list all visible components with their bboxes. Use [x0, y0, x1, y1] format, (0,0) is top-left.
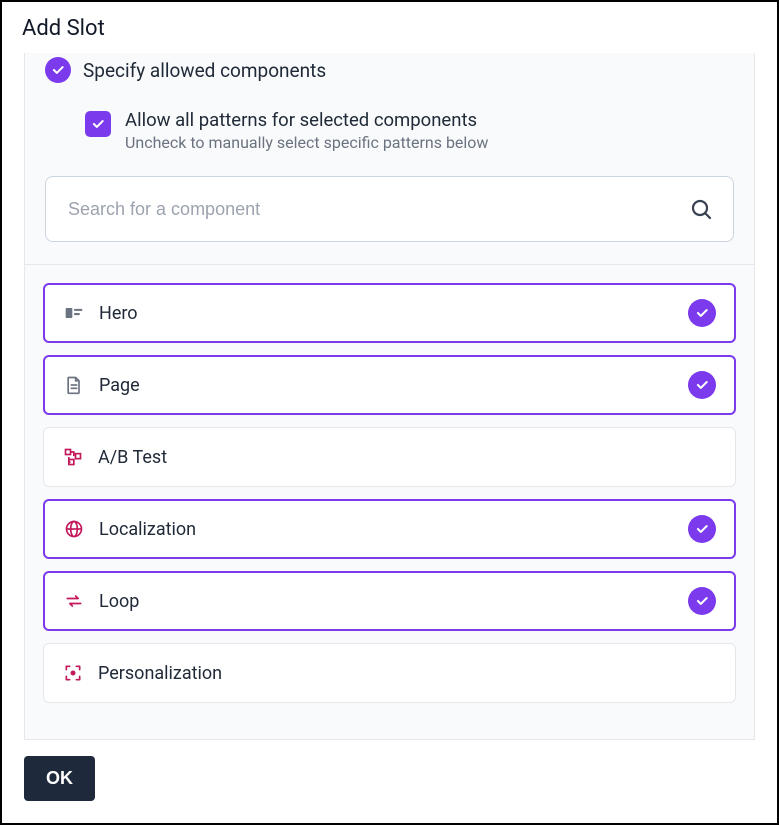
- ok-button[interactable]: OK: [24, 756, 95, 801]
- loop-icon: [63, 590, 85, 612]
- allow-all-checkbox[interactable]: [85, 111, 111, 137]
- step-specify-allowed: Specify allowed components: [25, 53, 754, 89]
- check-icon: [91, 117, 105, 131]
- check-icon: [695, 306, 709, 320]
- check-icon: [695, 594, 709, 608]
- component-item-page[interactable]: Page: [43, 355, 736, 415]
- component-item-label: Localization: [99, 519, 674, 540]
- search-icon: [689, 197, 713, 221]
- allow-all-text: Allow all patterns for selected componen…: [125, 109, 488, 152]
- search-input[interactable]: [66, 198, 689, 221]
- component-item-localization[interactable]: Localization: [43, 499, 736, 559]
- check-icon: [51, 63, 65, 77]
- component-item-ab-test[interactable]: A/B Test: [43, 427, 736, 487]
- page-icon: [63, 374, 85, 396]
- dialog-title: Add Slot: [2, 2, 777, 49]
- allow-all-hint: Uncheck to manually select specific patt…: [125, 133, 488, 152]
- component-item-label: Personalization: [98, 663, 717, 684]
- component-item-loop[interactable]: Loop: [43, 571, 736, 631]
- selected-badge: [688, 299, 716, 327]
- add-slot-dialog: Add Slot Specify allowed components Allo…: [0, 0, 779, 825]
- component-item-hero[interactable]: Hero: [43, 283, 736, 343]
- component-item-label: A/B Test: [98, 447, 717, 468]
- selected-badge: [688, 371, 716, 399]
- selected-badge: [688, 515, 716, 543]
- component-item-personalization[interactable]: Personalization: [43, 643, 736, 703]
- check-icon: [695, 522, 709, 536]
- target-icon: [62, 662, 84, 684]
- allow-all-label: Allow all patterns for selected componen…: [125, 109, 488, 131]
- component-item-label: Loop: [99, 591, 674, 612]
- step-complete-icon: [45, 57, 71, 83]
- step-label: Specify allowed components: [83, 59, 326, 82]
- allow-all-row: Allow all patterns for selected componen…: [25, 89, 754, 162]
- dialog-footer: OK: [2, 740, 777, 823]
- globe-icon: [63, 518, 85, 540]
- branch-icon: [62, 446, 84, 468]
- search-field[interactable]: [45, 176, 734, 242]
- search-container: [25, 162, 754, 260]
- component-item-label: Page: [99, 375, 674, 396]
- selected-badge: [688, 587, 716, 615]
- component-list: Hero Page A/B Test Localization Loop Personal…: [25, 264, 754, 703]
- hero-icon: [63, 302, 85, 324]
- config-panel: Specify allowed components Allow all pat…: [24, 53, 755, 740]
- check-icon: [695, 378, 709, 392]
- component-item-label: Hero: [99, 303, 674, 324]
